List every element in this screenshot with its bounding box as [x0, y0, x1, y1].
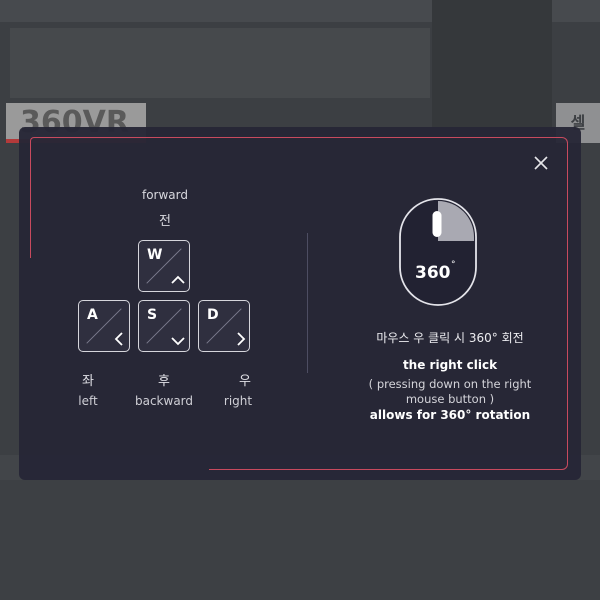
close-icon	[534, 156, 548, 170]
background-floor	[0, 480, 600, 600]
mouse-graphic	[399, 198, 477, 306]
rotation-text-ko: 마우스 우 클릭 시 360° 회전	[376, 331, 524, 345]
right-label-en: right	[223, 394, 253, 408]
chevron-right-icon	[237, 332, 246, 346]
degree-symbol: °	[451, 260, 456, 270]
key-s-letter: S	[147, 307, 158, 323]
left-label-en: left	[78, 394, 98, 408]
controls-help-modal: forward 전 W A S D 좌 후 우 left backward ri…	[19, 127, 581, 480]
backward-label-ko: 후	[158, 374, 170, 389]
mouse-360-badge: 360	[415, 263, 451, 283]
rotation-text-en: allows for 360° rotation	[369, 408, 531, 422]
key-d-letter: D	[207, 307, 219, 323]
key-a[interactable]: A	[78, 300, 130, 352]
right-click-desc-1: ( pressing down on the right	[368, 377, 532, 391]
key-w[interactable]: W	[138, 240, 190, 292]
key-d[interactable]: D	[198, 300, 250, 352]
forward-label-ko: 전	[159, 214, 171, 229]
key-w-letter: W	[147, 247, 163, 263]
chevron-up-icon	[171, 275, 185, 284]
section-divider	[307, 233, 308, 373]
key-s[interactable]: S	[138, 300, 190, 352]
left-label-ko: 좌	[82, 374, 94, 389]
right-click-title: the right click	[402, 358, 498, 372]
game-scene: 360VR 셀 forward 전 W A S D 좌 후 우 left bac…	[0, 0, 600, 600]
right-label-ko: 우	[239, 374, 251, 389]
key-a-letter: A	[87, 307, 98, 323]
forward-label-en: forward	[141, 188, 188, 202]
chevron-down-icon	[171, 337, 185, 346]
background-wall	[10, 28, 430, 98]
mouse-icon: 360 °	[398, 197, 478, 307]
right-click-desc-2: mouse button )	[405, 392, 495, 406]
chevron-left-icon	[114, 332, 123, 346]
background-column	[432, 0, 552, 140]
close-button[interactable]	[531, 153, 551, 173]
backward-label-en: backward	[134, 394, 194, 408]
